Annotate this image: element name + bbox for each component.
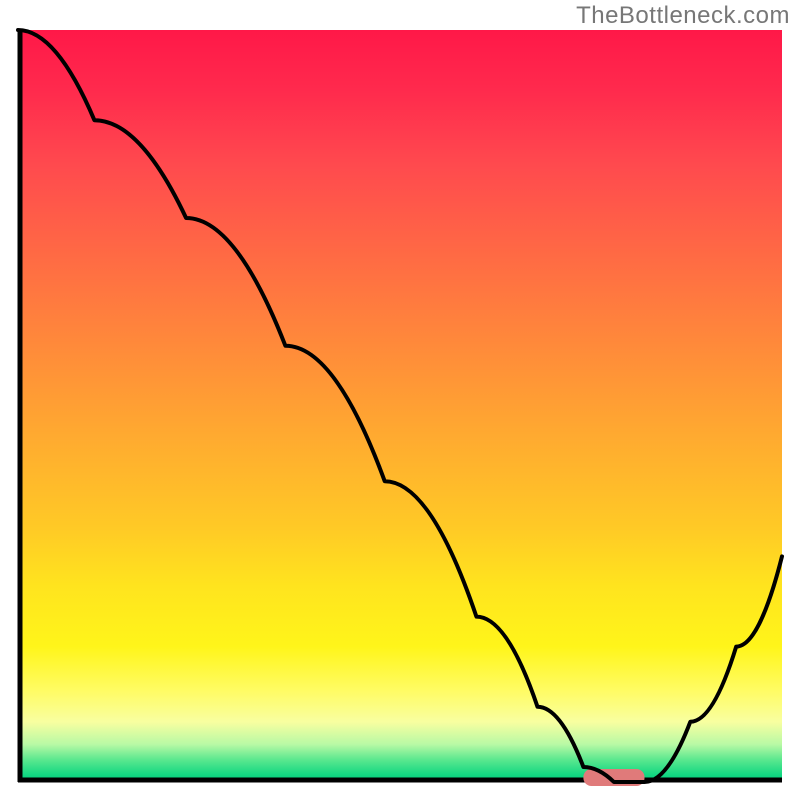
bottleneck-curve — [18, 30, 782, 782]
chart-container: TheBottleneck.com — [0, 0, 800, 800]
plot-area — [18, 30, 782, 782]
watermark-text: TheBottleneck.com — [576, 2, 790, 30]
chart-svg — [18, 30, 782, 782]
